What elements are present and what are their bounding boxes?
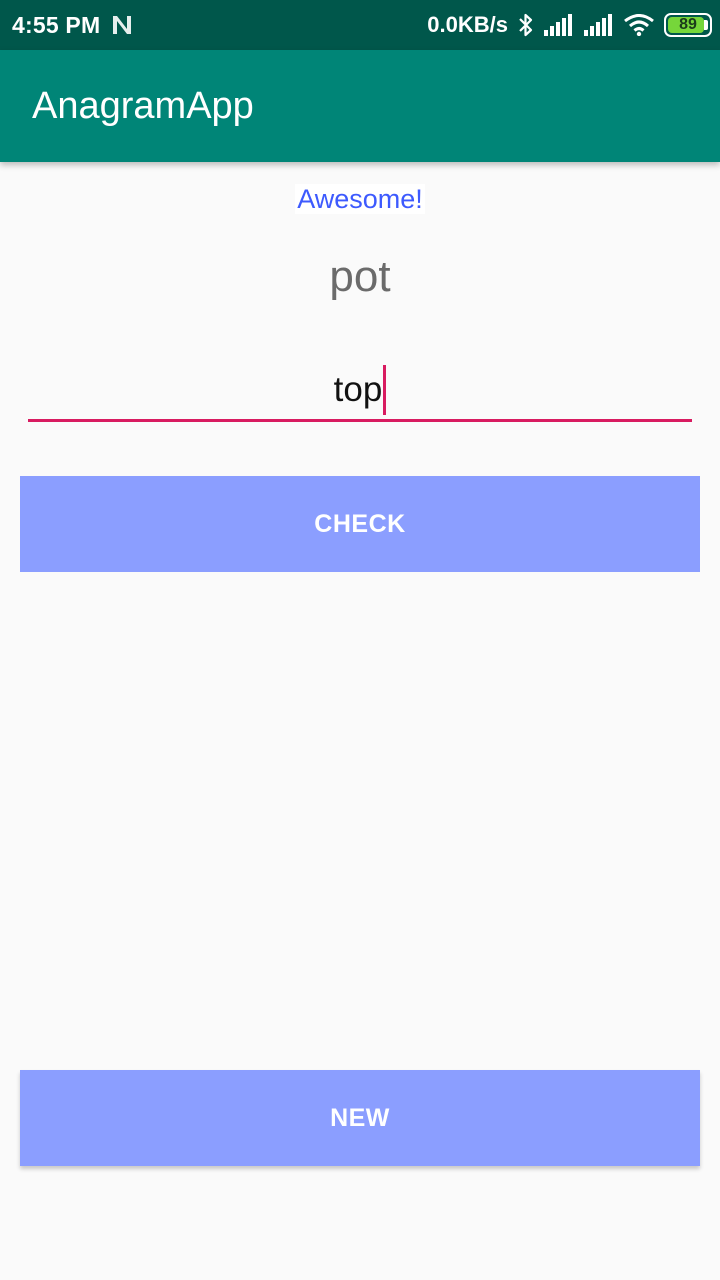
result-message: Awesome!: [295, 184, 425, 214]
status-time: 4:55 PM: [12, 11, 101, 38]
result-message-container: Awesome!: [0, 184, 720, 215]
answer-input[interactable]: top: [28, 360, 692, 422]
anagram-screen: 4:55 PM 0.0KB/s 89 AnagramApp Awesome! p…: [0, 0, 720, 1280]
battery-level: 89: [679, 16, 697, 33]
signal-icon: [544, 14, 572, 36]
signal-icon: [584, 14, 612, 36]
wifi-icon: [624, 14, 654, 36]
network-speed: 0.0KB/s: [427, 12, 508, 37]
battery-indicator: 89: [664, 13, 712, 37]
status-left: 4:55 PM: [12, 12, 134, 39]
check-button[interactable]: CHECK: [20, 476, 700, 572]
scrambled-word: pot: [329, 252, 391, 301]
status-right: 0.0KB/s 89: [427, 12, 712, 38]
app-bar: AnagramApp: [0, 50, 720, 162]
app-title: AnagramApp: [32, 84, 254, 127]
bluetooth-icon: [519, 13, 533, 37]
new-button[interactable]: NEW: [20, 1070, 700, 1166]
status-bar: 4:55 PM 0.0KB/s 89: [0, 0, 720, 50]
n-icon: [113, 16, 132, 34]
text-caret: [383, 364, 387, 415]
battery-icon: 89: [664, 13, 712, 37]
answer-input-value: top: [333, 369, 383, 409]
